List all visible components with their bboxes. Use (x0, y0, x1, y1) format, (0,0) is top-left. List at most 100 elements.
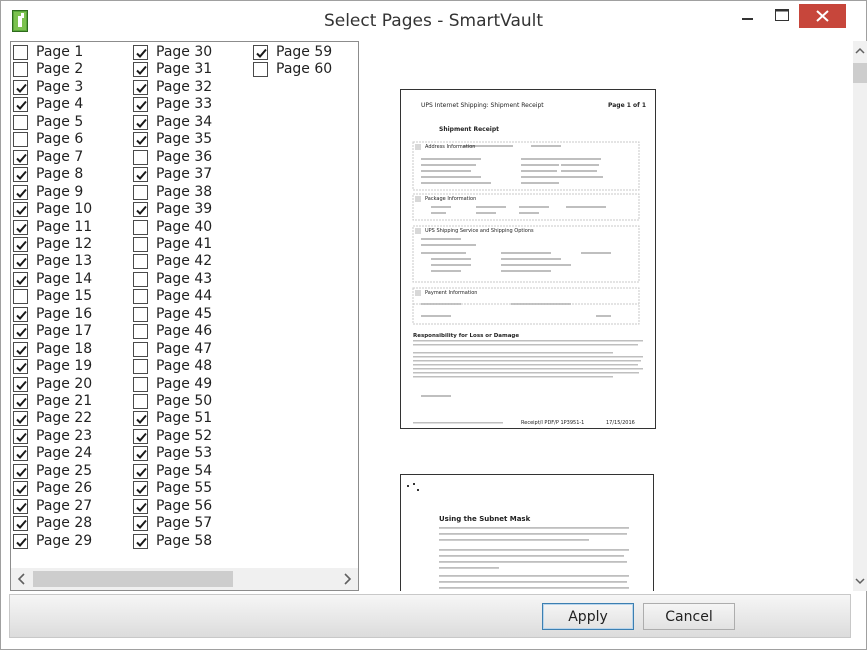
page-checkbox-item[interactable]: Page 37 (133, 166, 212, 183)
page-checkbox-item[interactable]: Page 6 (13, 131, 83, 148)
page-checkbox-item[interactable]: Page 13 (13, 253, 92, 270)
checkbox-unchecked[interactable] (133, 394, 148, 409)
checkbox-checked[interactable] (253, 45, 268, 60)
page-thumbnail[interactable]: Using the Subnet Mask (400, 474, 654, 591)
page-list[interactable]: Page 1 Page 2 Page 3 Page 4 Page 5 Page 6 Page… (10, 41, 359, 591)
checkbox-unchecked[interactable] (13, 132, 28, 148)
page-checkbox-item[interactable]: Page 56 (133, 498, 212, 515)
page-checkbox-item[interactable]: Page 19 (13, 358, 92, 375)
page-checkbox-item[interactable]: Page 22 (13, 410, 92, 427)
maximize-button[interactable] (765, 4, 799, 28)
checkbox-checked[interactable] (133, 498, 148, 514)
page-checkbox-item[interactable]: Page 55 (133, 480, 212, 497)
checkbox-unchecked[interactable] (133, 306, 148, 322)
page-checkbox-item[interactable]: Page 18 (13, 341, 92, 358)
page-checkbox-item[interactable]: Page 3 (13, 79, 83, 96)
page-checkbox-item[interactable]: Page 28 (13, 515, 92, 532)
checkbox-checked[interactable] (13, 167, 28, 183)
checkbox-checked[interactable] (13, 236, 28, 252)
page-checkbox-item[interactable]: Page 35 (133, 131, 212, 148)
page-checkbox-item[interactable]: Page 30 (133, 44, 212, 61)
page-checkbox-item[interactable]: Page 32 (133, 79, 212, 96)
page-checkbox-item[interactable]: Page 59 (253, 44, 332, 61)
title-bar[interactable]: Select Pages - SmartVault (1, 1, 866, 41)
apply-button[interactable]: Apply (542, 603, 634, 630)
checkbox-checked[interactable] (13, 184, 28, 200)
checkbox-checked[interactable] (13, 498, 28, 514)
page-checkbox-item[interactable]: Page 60 (253, 61, 332, 78)
page-checkbox-item[interactable]: Page 42 (133, 253, 212, 270)
page-checkbox-item[interactable]: Page 41 (133, 236, 212, 253)
checkbox-checked[interactable] (13, 481, 28, 497)
page-preview[interactable]: UPS Internet Shipping: Shipment Receipt … (361, 41, 853, 591)
page-checkbox-item[interactable]: Page 54 (133, 463, 212, 480)
checkbox-unchecked[interactable] (253, 62, 268, 78)
page-thumbnail[interactable]: UPS Internet Shipping: Shipment Receipt … (400, 89, 656, 429)
scroll-left-button[interactable] (11, 568, 33, 590)
checkbox-unchecked[interactable] (13, 45, 28, 60)
checkbox-checked[interactable] (133, 533, 148, 549)
page-checkbox-item[interactable]: Page 21 (13, 393, 92, 410)
page-checkbox-item[interactable]: Page 53 (133, 445, 212, 462)
checkbox-checked[interactable] (13, 359, 28, 375)
checkbox-checked[interactable] (133, 481, 148, 497)
page-checkbox-item[interactable]: Page 25 (13, 463, 92, 480)
checkbox-checked[interactable] (13, 341, 28, 357)
page-checkbox-item[interactable]: Page 17 (13, 323, 92, 340)
checkbox-unchecked[interactable] (133, 289, 148, 305)
page-checkbox-item[interactable]: Page 57 (133, 515, 212, 532)
checkbox-unchecked[interactable] (133, 149, 148, 165)
page-checkbox-item[interactable]: Page 5 (13, 114, 83, 131)
page-checkbox-item[interactable]: Page 43 (133, 271, 212, 288)
cancel-button[interactable]: Cancel (643, 603, 735, 630)
page-checkbox-item[interactable]: Page 47 (133, 341, 212, 358)
checkbox-checked[interactable] (13, 533, 28, 549)
checkbox-checked[interactable] (13, 306, 28, 322)
page-checkbox-item[interactable]: Page 10 (13, 201, 92, 218)
page-checkbox-item[interactable]: Page 49 (133, 376, 212, 393)
scroll-right-button[interactable] (336, 568, 358, 590)
page-checkbox-item[interactable]: Page 40 (133, 219, 212, 236)
page-checkbox-item[interactable]: Page 4 (13, 96, 83, 113)
page-checkbox-item[interactable]: Page 14 (13, 271, 92, 288)
checkbox-checked[interactable] (13, 79, 28, 95)
checkbox-checked[interactable] (133, 79, 148, 95)
checkbox-unchecked[interactable] (133, 184, 148, 200)
page-checkbox-item[interactable]: Page 23 (13, 428, 92, 445)
page-checkbox-item[interactable]: Page 2 (13, 61, 83, 78)
checkbox-checked[interactable] (133, 45, 148, 60)
page-checkbox-item[interactable]: Page 48 (133, 358, 212, 375)
checkbox-checked[interactable] (13, 202, 28, 218)
checkbox-unchecked[interactable] (133, 341, 148, 357)
page-checkbox-item[interactable]: Page 8 (13, 166, 83, 183)
page-checkbox-item[interactable]: Page 52 (133, 428, 212, 445)
checkbox-checked[interactable] (133, 167, 148, 183)
page-checkbox-item[interactable]: Page 45 (133, 306, 212, 323)
checkbox-checked[interactable] (133, 97, 148, 113)
checkbox-checked[interactable] (13, 376, 28, 392)
page-checkbox-item[interactable]: Page 9 (13, 184, 83, 201)
page-checkbox-item[interactable]: Page 24 (13, 445, 92, 462)
page-checkbox-item[interactable]: Page 38 (133, 184, 212, 201)
checkbox-checked[interactable] (13, 324, 28, 340)
minimize-button[interactable] (731, 4, 765, 28)
checkbox-checked[interactable] (133, 202, 148, 218)
page-checkbox-item[interactable]: Page 39 (133, 201, 212, 218)
checkbox-unchecked[interactable] (133, 219, 148, 235)
page-checkbox-item[interactable]: Page 31 (133, 61, 212, 78)
checkbox-checked[interactable] (13, 271, 28, 287)
page-checkbox-item[interactable]: Page 27 (13, 498, 92, 515)
page-checkbox-item[interactable]: Page 26 (13, 480, 92, 497)
checkbox-unchecked[interactable] (13, 114, 28, 130)
checkbox-checked[interactable] (133, 62, 148, 78)
page-checkbox-item[interactable]: Page 51 (133, 410, 212, 427)
horizontal-scroll-thumb[interactable] (33, 571, 233, 587)
vertical-scroll-thumb[interactable] (853, 63, 867, 83)
page-checkbox-item[interactable]: Page 58 (133, 533, 212, 550)
checkbox-checked[interactable] (133, 463, 148, 479)
page-checkbox-item[interactable]: Page 7 (13, 149, 83, 166)
checkbox-checked[interactable] (13, 219, 28, 235)
checkbox-checked[interactable] (13, 516, 28, 532)
checkbox-checked[interactable] (13, 97, 28, 113)
checkbox-unchecked[interactable] (133, 359, 148, 375)
